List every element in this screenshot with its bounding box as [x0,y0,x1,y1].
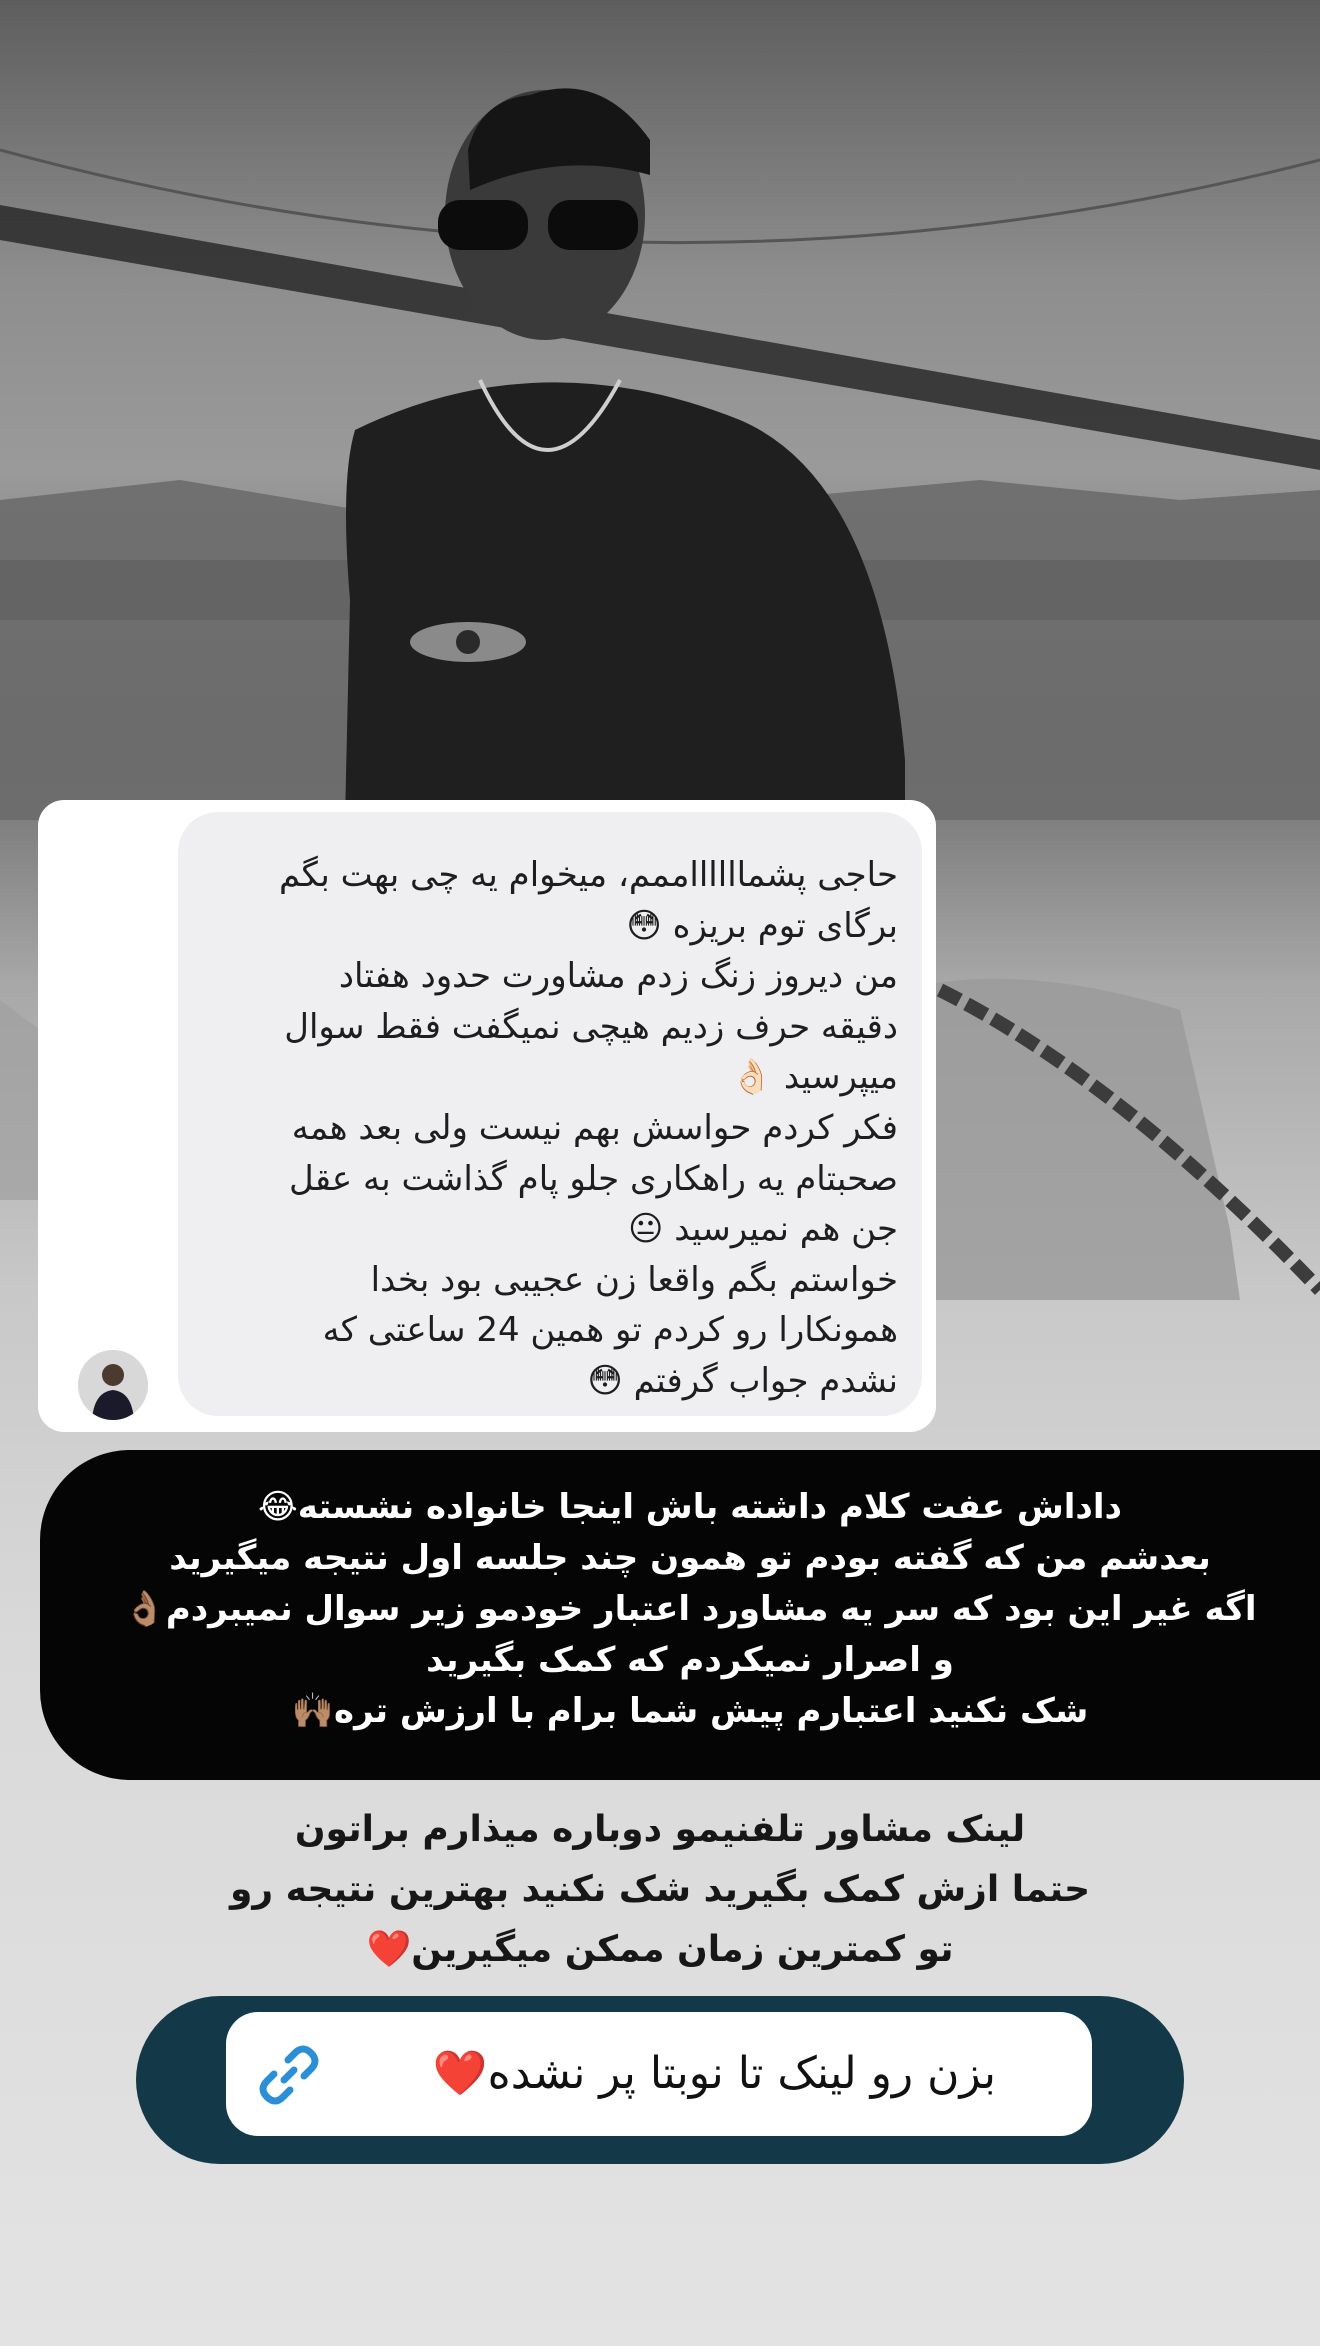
avatar-image [78,1350,148,1420]
message-bubble-card: حاجی پشمااااااممم، میخوام یه چی بهت بگم … [38,800,936,1432]
caption-line: حتما ازش کمک بگیرید شک نکنید بهترین نتیج… [229,1869,1091,1910]
message-line: صحبتام یه راهکاری جلو پام گذاشت به عقل [288,1158,898,1199]
message-line: همونکارا رو کردم تو همین 24 ساعتی که [322,1310,898,1351]
message-line: حاجی پشمااااااممم، میخوام یه چی بهت بگم [278,855,898,895]
message-text: حاجی پشمااااااممم، میخوام یه چی بهت بگم … [248,850,898,1407]
reply-line: داداش عفت کلام داشته باش اینجا خانواده ن… [258,1487,1122,1527]
message-line: نشدم جواب گرفتم 😳 [587,1360,898,1401]
caption-text: لینک مشاور تلفنیمو دوباره میذارم براتون … [80,1800,1240,1980]
caption-line: لینک مشاور تلفنیمو دوباره میذارم براتون [294,1809,1026,1850]
reply-line: شک نکنید اعتبارم پیش شما برام با ارزش تر… [291,1691,1089,1731]
reply-text: داداش عفت کلام داشته باش اینجا خانواده ن… [80,1482,1300,1737]
link-sticker[interactable]: بزن رو لینک تا نوبتا پر نشده❤️ [226,2012,1092,2136]
message-bubble: حاجی پشمااااااممم، میخوام یه چی بهت بگم … [178,812,922,1416]
reply-line: و اصرار نمیکردم که کمک بگیرید [426,1640,954,1680]
message-line: خواستم بگم واقعا زن عجیبی بود بخدا [370,1259,898,1300]
message-line: برگای توم بریزه 😳 [626,905,898,946]
message-line: جن هم نمیرسید 😐 [627,1209,898,1250]
reply-line: بعدشم من که گفته بودم تو همون چند جلسه ا… [169,1538,1211,1578]
link-icon [259,2045,319,2105]
message-line: میپرسید 👌🏻 [730,1057,898,1098]
message-line: فکر کردم حواسش بهم نیست ولی بعد همه [291,1107,898,1148]
reply-line: اگه غیر این بود که سر یه مشاورد اعتبار خ… [123,1589,1257,1629]
avatar[interactable] [78,1350,148,1420]
link-label: بزن رو لینک تا نوبتا پر نشده❤️ [432,2048,996,2099]
reply-card: داداش عفت کلام داشته باش اینجا خانواده ن… [40,1450,1320,1780]
caption-line: تو کمترین زمان ممکن میگیرین❤️ [366,1929,954,1970]
message-line: دقیقه حرف زدیم هیچی نمیگفت فقط سوال [284,1006,898,1047]
link-sticker-frame: بزن رو لینک تا نوبتا پر نشده❤️ [136,1996,1184,2164]
message-line: من دیروز زنگ زدم مشاورت حدود هفتاد [338,956,898,997]
